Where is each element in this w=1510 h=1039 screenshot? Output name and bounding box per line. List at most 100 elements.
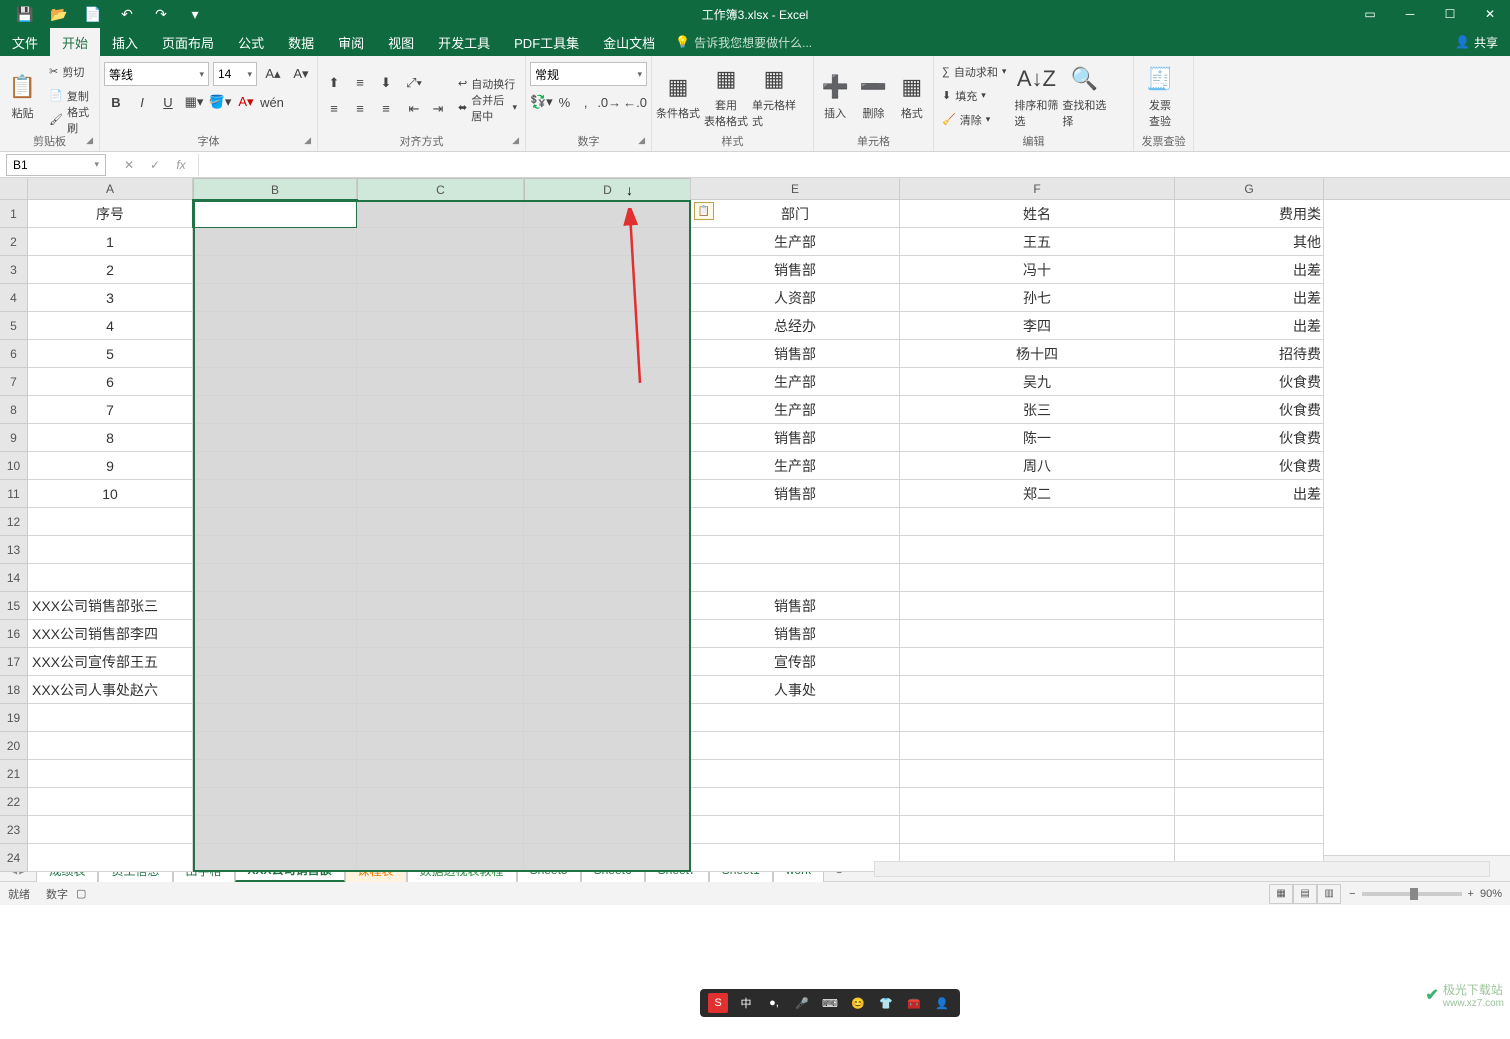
delete-cells-button[interactable]: ➖删除: [856, 60, 890, 132]
cell[interactable]: 6: [28, 368, 193, 396]
font-name-select[interactable]: 等线▾: [104, 62, 209, 86]
row-header[interactable]: 21: [0, 760, 28, 788]
number-format-select[interactable]: 常规▾: [530, 62, 647, 86]
tab-review[interactable]: 审阅: [326, 28, 376, 56]
cell[interactable]: 出差: [1175, 256, 1324, 284]
cell[interactable]: [193, 536, 357, 564]
cell[interactable]: [1175, 788, 1324, 816]
column-header-D[interactable]: D: [524, 178, 691, 202]
cell[interactable]: XXX公司宣传部王五: [28, 648, 193, 676]
cell[interactable]: [28, 508, 193, 536]
cell[interactable]: [691, 704, 900, 732]
format-cells-button[interactable]: ▦格式: [895, 60, 929, 132]
merge-center-button[interactable]: ⬌合并后居中▾: [454, 97, 521, 119]
cell[interactable]: [691, 760, 900, 788]
row-header[interactable]: 3: [0, 256, 28, 284]
cell[interactable]: [691, 536, 900, 564]
cut-button[interactable]: ✂剪切: [45, 61, 95, 83]
row-header[interactable]: 16: [0, 620, 28, 648]
cell[interactable]: 生产部: [691, 228, 900, 256]
cell[interactable]: 陈一: [900, 424, 1175, 452]
cell[interactable]: 伙食费: [1175, 424, 1324, 452]
cell[interactable]: [524, 676, 691, 704]
cell[interactable]: [193, 480, 357, 508]
fx-icon[interactable]: fx: [168, 154, 194, 176]
sort-filter-button[interactable]: A↓Z排序和筛选: [1014, 60, 1058, 132]
ime-taskbar[interactable]: S 中 ●, 🎤 ⌨ 😊 👕 🧰 👤: [700, 989, 960, 1017]
ime-keyboard-icon[interactable]: ⌨: [820, 993, 840, 1013]
cell[interactable]: 生产部: [691, 452, 900, 480]
cell[interactable]: [28, 704, 193, 732]
align-bottom-icon[interactable]: ⬇: [374, 71, 398, 95]
row-header[interactable]: 15: [0, 592, 28, 620]
cell[interactable]: 伙食费: [1175, 396, 1324, 424]
ime-skin-icon[interactable]: 👕: [876, 993, 896, 1013]
row-header[interactable]: 7: [0, 368, 28, 396]
cell[interactable]: [900, 536, 1175, 564]
zoom-slider[interactable]: [1362, 892, 1462, 896]
cell[interactable]: [524, 564, 691, 592]
row-header[interactable]: 9: [0, 424, 28, 452]
cell[interactable]: 总经办: [691, 312, 900, 340]
cell[interactable]: [691, 844, 900, 872]
cell[interactable]: [524, 228, 691, 256]
cell[interactable]: [357, 788, 524, 816]
ime-lang[interactable]: 中: [736, 993, 756, 1013]
cell[interactable]: 2: [28, 256, 193, 284]
cell[interactable]: [524, 648, 691, 676]
cell[interactable]: 李四: [900, 312, 1175, 340]
dialog-launcher-icon[interactable]: ◢: [512, 135, 519, 146]
cell[interactable]: [357, 564, 524, 592]
cell[interactable]: [28, 816, 193, 844]
page-layout-icon[interactable]: ▤: [1293, 884, 1317, 904]
clear-button[interactable]: 🧹清除▾: [938, 109, 1010, 131]
cell[interactable]: [357, 732, 524, 760]
cell[interactable]: 销售部: [691, 424, 900, 452]
cell[interactable]: [357, 200, 524, 228]
cell[interactable]: [357, 340, 524, 368]
cell[interactable]: [357, 704, 524, 732]
tab-formula[interactable]: 公式: [226, 28, 276, 56]
cell[interactable]: [524, 592, 691, 620]
cell[interactable]: [900, 760, 1175, 788]
cell[interactable]: [193, 284, 357, 312]
cell[interactable]: 出差: [1175, 284, 1324, 312]
tab-home[interactable]: 开始: [50, 28, 100, 56]
cell[interactable]: [1175, 760, 1324, 788]
decrease-font-icon[interactable]: A▾: [289, 62, 313, 86]
zoom-in-icon[interactable]: +: [1468, 888, 1474, 900]
increase-font-icon[interactable]: A▴: [261, 62, 285, 86]
name-box[interactable]: B1▾: [6, 154, 106, 176]
select-all-corner[interactable]: [0, 178, 28, 199]
tell-me[interactable]: 💡告诉我您想要做什么...: [675, 34, 812, 51]
decrease-decimal-icon[interactable]: ←.0: [623, 90, 647, 114]
cell[interactable]: [357, 676, 524, 704]
cell[interactable]: [357, 228, 524, 256]
cell[interactable]: [900, 564, 1175, 592]
row-header[interactable]: 6: [0, 340, 28, 368]
cell[interactable]: 10: [28, 480, 193, 508]
cell[interactable]: 销售部: [691, 256, 900, 284]
tab-wps[interactable]: 金山文档: [591, 28, 667, 56]
accept-formula-icon[interactable]: ✓: [142, 154, 168, 176]
border-button[interactable]: ▦▾: [182, 90, 206, 114]
maximize-button[interactable]: ☐: [1430, 0, 1470, 28]
tab-file[interactable]: 文件: [0, 28, 50, 56]
cell[interactable]: 周八: [900, 452, 1175, 480]
cell[interactable]: 吴九: [900, 368, 1175, 396]
row-header[interactable]: 17: [0, 648, 28, 676]
row-header[interactable]: 8: [0, 396, 28, 424]
cell[interactable]: [357, 760, 524, 788]
cell[interactable]: [193, 340, 357, 368]
dialog-launcher-icon[interactable]: ◢: [638, 135, 645, 146]
cell[interactable]: [357, 620, 524, 648]
cell[interactable]: [524, 424, 691, 452]
cell[interactable]: [1175, 732, 1324, 760]
cell[interactable]: [193, 564, 357, 592]
cell[interactable]: 序号: [28, 200, 193, 228]
cell[interactable]: 4: [28, 312, 193, 340]
align-left-icon[interactable]: ≡: [322, 97, 346, 121]
align-top-icon[interactable]: ⬆: [322, 71, 346, 95]
ribbon-display-icon[interactable]: ▭: [1350, 0, 1390, 28]
page-break-icon[interactable]: ▥: [1317, 884, 1341, 904]
